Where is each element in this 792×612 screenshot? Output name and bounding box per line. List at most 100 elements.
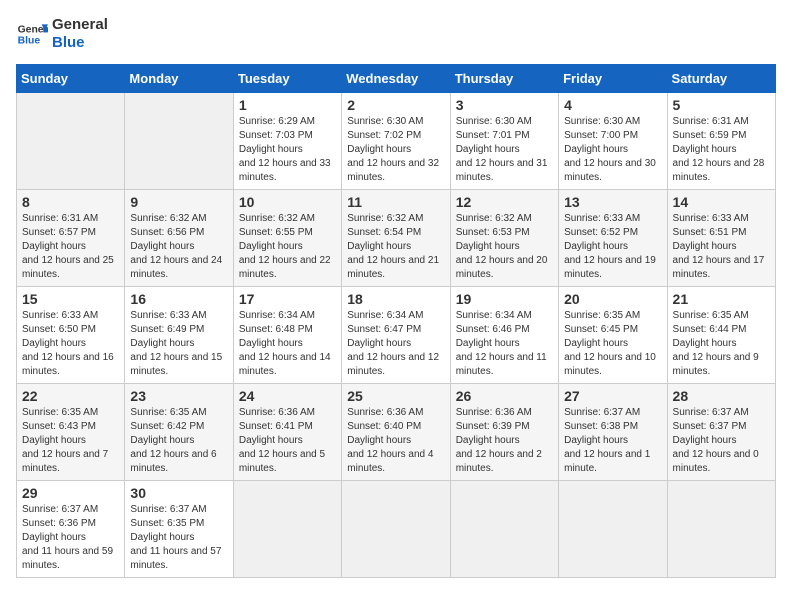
- day-info: Sunrise: 6:32 AMSunset: 6:56 PMDaylight …: [130, 212, 227, 282]
- calendar-cell: 15 Sunrise: 6:33 AMSunset: 6:50 PMDaylig…: [17, 287, 125, 384]
- calendar-cell: 22 Sunrise: 6:35 AMSunset: 6:43 PMDaylig…: [17, 384, 125, 481]
- day-info: Sunrise: 6:36 AMSunset: 6:39 PMDaylight …: [456, 406, 553, 476]
- day-number: 26: [456, 388, 553, 404]
- calendar-cell: [17, 93, 125, 190]
- calendar-cell: 28 Sunrise: 6:37 AMSunset: 6:37 PMDaylig…: [667, 384, 775, 481]
- day-info: Sunrise: 6:35 AMSunset: 6:43 PMDaylight …: [22, 406, 119, 476]
- day-number: 20: [564, 291, 661, 307]
- calendar-cell: 30 Sunrise: 6:37 AMSunset: 6:35 PMDaylig…: [125, 481, 233, 578]
- day-number: 30: [130, 485, 227, 501]
- calendar-cell: 3 Sunrise: 6:30 AMSunset: 7:01 PMDayligh…: [450, 93, 558, 190]
- day-number: 2: [347, 97, 444, 113]
- calendar-cell: 4 Sunrise: 6:30 AMSunset: 7:00 PMDayligh…: [559, 93, 667, 190]
- calendar-cell: 21 Sunrise: 6:35 AMSunset: 6:44 PMDaylig…: [667, 287, 775, 384]
- week-row-5: 29 Sunrise: 6:37 AMSunset: 6:36 PMDaylig…: [17, 481, 776, 578]
- calendar-cell: 29 Sunrise: 6:37 AMSunset: 6:36 PMDaylig…: [17, 481, 125, 578]
- day-number: 17: [239, 291, 336, 307]
- col-header-sunday: Sunday: [17, 65, 125, 93]
- calendar-cell: 26 Sunrise: 6:36 AMSunset: 6:39 PMDaylig…: [450, 384, 558, 481]
- day-info: Sunrise: 6:32 AMSunset: 6:55 PMDaylight …: [239, 212, 336, 282]
- day-info: Sunrise: 6:35 AMSunset: 6:45 PMDaylight …: [564, 309, 661, 379]
- week-row-2: 8 Sunrise: 6:31 AMSunset: 6:57 PMDayligh…: [17, 190, 776, 287]
- week-row-1: 1 Sunrise: 6:29 AMSunset: 7:03 PMDayligh…: [17, 93, 776, 190]
- calendar-cell: 14 Sunrise: 6:33 AMSunset: 6:51 PMDaylig…: [667, 190, 775, 287]
- calendar-cell: 11 Sunrise: 6:32 AMSunset: 6:54 PMDaylig…: [342, 190, 450, 287]
- calendar-cell: 20 Sunrise: 6:35 AMSunset: 6:45 PMDaylig…: [559, 287, 667, 384]
- day-info: Sunrise: 6:29 AMSunset: 7:03 PMDaylight …: [239, 115, 336, 185]
- day-info: Sunrise: 6:36 AMSunset: 6:41 PMDaylight …: [239, 406, 336, 476]
- day-info: Sunrise: 6:33 AMSunset: 6:49 PMDaylight …: [130, 309, 227, 379]
- col-header-friday: Friday: [559, 65, 667, 93]
- day-number: 11: [347, 194, 444, 210]
- day-number: 12: [456, 194, 553, 210]
- calendar-cell: 18 Sunrise: 6:34 AMSunset: 6:47 PMDaylig…: [342, 287, 450, 384]
- day-info: Sunrise: 6:31 AMSunset: 6:57 PMDaylight …: [22, 212, 119, 282]
- svg-text:Blue: Blue: [18, 36, 41, 47]
- calendar-cell: 13 Sunrise: 6:33 AMSunset: 6:52 PMDaylig…: [559, 190, 667, 287]
- calendar-cell: 25 Sunrise: 6:36 AMSunset: 6:40 PMDaylig…: [342, 384, 450, 481]
- day-info: Sunrise: 6:33 AMSunset: 6:50 PMDaylight …: [22, 309, 119, 379]
- calendar-cell: 24 Sunrise: 6:36 AMSunset: 6:41 PMDaylig…: [233, 384, 341, 481]
- day-number: 23: [130, 388, 227, 404]
- day-info: Sunrise: 6:33 AMSunset: 6:51 PMDaylight …: [673, 212, 770, 282]
- day-info: Sunrise: 6:36 AMSunset: 6:40 PMDaylight …: [347, 406, 444, 476]
- calendar-cell: [559, 481, 667, 578]
- day-number: 21: [673, 291, 770, 307]
- calendar-cell: [667, 481, 775, 578]
- day-number: 8: [22, 194, 119, 210]
- day-number: 15: [22, 291, 119, 307]
- day-number: 5: [673, 97, 770, 113]
- logo-blue: Blue: [52, 34, 108, 52]
- day-number: 1: [239, 97, 336, 113]
- calendar-table: SundayMondayTuesdayWednesdayThursdayFrid…: [16, 64, 776, 578]
- col-header-tuesday: Tuesday: [233, 65, 341, 93]
- day-info: Sunrise: 6:32 AMSunset: 6:53 PMDaylight …: [456, 212, 553, 282]
- calendar-cell: 27 Sunrise: 6:37 AMSunset: 6:38 PMDaylig…: [559, 384, 667, 481]
- day-info: Sunrise: 6:30 AMSunset: 7:00 PMDaylight …: [564, 115, 661, 185]
- calendar-cell: 12 Sunrise: 6:32 AMSunset: 6:53 PMDaylig…: [450, 190, 558, 287]
- day-number: 24: [239, 388, 336, 404]
- calendar-cell: 16 Sunrise: 6:33 AMSunset: 6:49 PMDaylig…: [125, 287, 233, 384]
- day-number: 29: [22, 485, 119, 501]
- week-row-3: 15 Sunrise: 6:33 AMSunset: 6:50 PMDaylig…: [17, 287, 776, 384]
- day-info: Sunrise: 6:30 AMSunset: 7:02 PMDaylight …: [347, 115, 444, 185]
- col-header-wednesday: Wednesday: [342, 65, 450, 93]
- calendar-cell: [342, 481, 450, 578]
- day-number: 16: [130, 291, 227, 307]
- logo: General Blue General Blue: [16, 16, 108, 52]
- day-number: 3: [456, 97, 553, 113]
- calendar-cell: [233, 481, 341, 578]
- day-info: Sunrise: 6:33 AMSunset: 6:52 PMDaylight …: [564, 212, 661, 282]
- day-number: 14: [673, 194, 770, 210]
- page-header: General Blue General Blue: [16, 16, 776, 52]
- day-number: 9: [130, 194, 227, 210]
- calendar-cell: 10 Sunrise: 6:32 AMSunset: 6:55 PMDaylig…: [233, 190, 341, 287]
- calendar-cell: [125, 93, 233, 190]
- calendar-cell: 9 Sunrise: 6:32 AMSunset: 6:56 PMDayligh…: [125, 190, 233, 287]
- logo-icon: General Blue: [16, 18, 48, 50]
- calendar-cell: 19 Sunrise: 6:34 AMSunset: 6:46 PMDaylig…: [450, 287, 558, 384]
- day-info: Sunrise: 6:34 AMSunset: 6:48 PMDaylight …: [239, 309, 336, 379]
- day-number: 4: [564, 97, 661, 113]
- col-header-monday: Monday: [125, 65, 233, 93]
- calendar-cell: 23 Sunrise: 6:35 AMSunset: 6:42 PMDaylig…: [125, 384, 233, 481]
- calendar-cell: 2 Sunrise: 6:30 AMSunset: 7:02 PMDayligh…: [342, 93, 450, 190]
- day-info: Sunrise: 6:37 AMSunset: 6:35 PMDaylight …: [130, 503, 227, 573]
- calendar-cell: 17 Sunrise: 6:34 AMSunset: 6:48 PMDaylig…: [233, 287, 341, 384]
- day-info: Sunrise: 6:35 AMSunset: 6:42 PMDaylight …: [130, 406, 227, 476]
- col-header-saturday: Saturday: [667, 65, 775, 93]
- day-number: 28: [673, 388, 770, 404]
- day-info: Sunrise: 6:30 AMSunset: 7:01 PMDaylight …: [456, 115, 553, 185]
- day-number: 27: [564, 388, 661, 404]
- logo-general: General: [52, 16, 108, 34]
- day-number: 18: [347, 291, 444, 307]
- day-number: 13: [564, 194, 661, 210]
- day-info: Sunrise: 6:37 AMSunset: 6:36 PMDaylight …: [22, 503, 119, 573]
- day-info: Sunrise: 6:35 AMSunset: 6:44 PMDaylight …: [673, 309, 770, 379]
- day-info: Sunrise: 6:37 AMSunset: 6:38 PMDaylight …: [564, 406, 661, 476]
- col-header-thursday: Thursday: [450, 65, 558, 93]
- week-row-4: 22 Sunrise: 6:35 AMSunset: 6:43 PMDaylig…: [17, 384, 776, 481]
- day-number: 25: [347, 388, 444, 404]
- calendar-cell: [450, 481, 558, 578]
- day-info: Sunrise: 6:37 AMSunset: 6:37 PMDaylight …: [673, 406, 770, 476]
